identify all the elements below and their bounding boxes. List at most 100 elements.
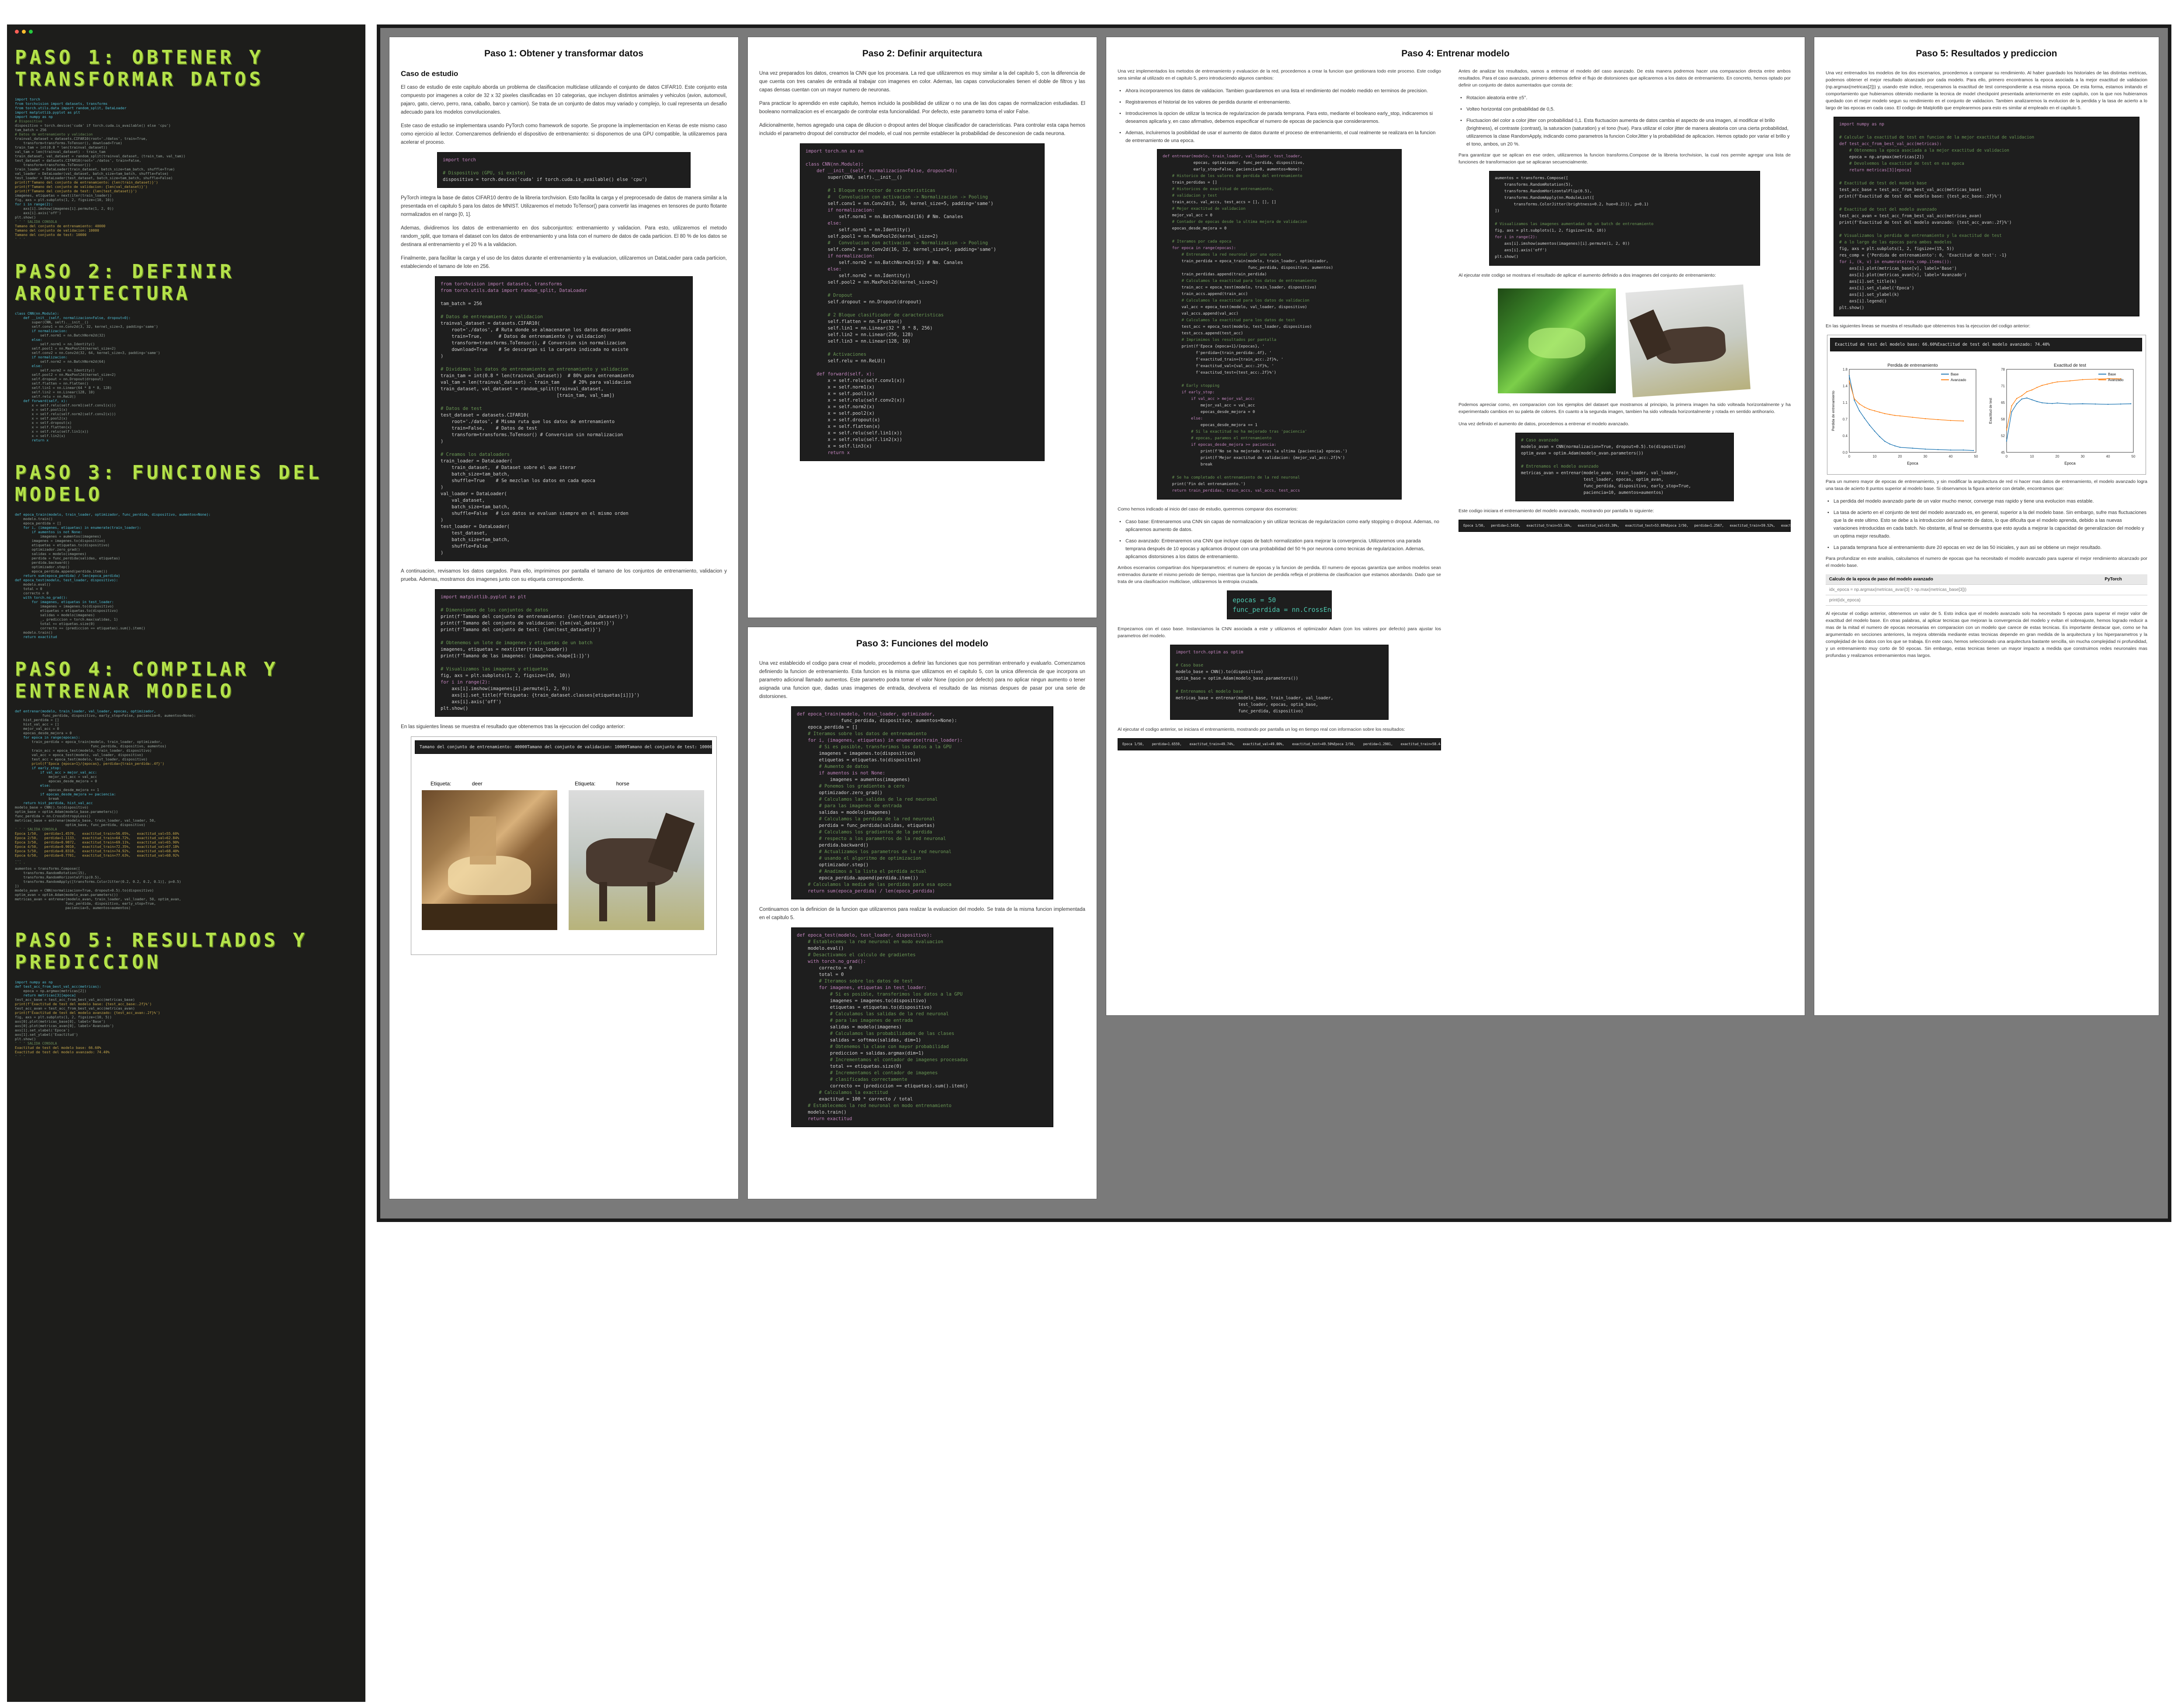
terminal-section-heading: PASO 3: FUNCIONES DEL MODELO xyxy=(15,462,323,506)
code-line: correcto = 0 xyxy=(797,965,852,971)
code-line: # Si es posible, transferimos los datos … xyxy=(797,744,952,750)
code-block[interactable]: import torch.optim as optim # Caso base mo… xyxy=(1170,645,1389,720)
terminal-line: hist_val_acc = [] xyxy=(15,722,59,726)
code-block[interactable]: def epoca_train(modelo, train_loader, op… xyxy=(791,706,1053,899)
terminal-line: mejor_val_acc = 0 xyxy=(15,727,59,731)
code-line: if normalizacion: xyxy=(806,253,875,259)
code-line: # Iteramos sobre los datos de entrenamie… xyxy=(797,731,927,736)
chart-x-tick-label: 40 xyxy=(2106,455,2110,458)
chart-data-point xyxy=(2026,397,2028,399)
code-line: x = self.relu(self.conv1(x)) xyxy=(806,378,905,383)
image-caption: Etiqueta: deer xyxy=(431,781,483,787)
code-block[interactable]: # Caso avanzado modelo_avan = CNN(normali… xyxy=(1515,433,1734,501)
console-output: Epoca 1/50, perdida=1.6559, exactitud_tr… xyxy=(1118,738,1441,750)
list-item: La perdida del modelo avanzado parte de … xyxy=(1827,497,2147,505)
table-cell: idx_epoca = np.argmax(metricas_avan[3] >… xyxy=(1826,584,2101,595)
code-line: else: xyxy=(806,221,842,226)
terminal-line: correcto = 0 xyxy=(15,591,49,595)
code-block[interactable]: import torch.nn as nn class CNN(nn.Module… xyxy=(800,143,1045,461)
code-line: # Se ha completado el entrenamiento de l… xyxy=(1163,476,1300,480)
code-line: # Historico de los valores de perdida de… xyxy=(1163,174,1302,178)
code-line: Exactitud de test del modelo avanzado: 7… xyxy=(1937,342,2050,347)
code-line: val_tam = len(trainval_dataset) - train_… xyxy=(441,380,632,385)
close-dot-icon[interactable] xyxy=(15,30,19,34)
code-line: f'exactitud_train={train_acc:.2f}%, ' xyxy=(1163,358,1284,362)
code-block[interactable]: import numpy as np # Calcular la exactitu… xyxy=(1834,117,2139,316)
code-line: shuffle=True # Se mezclan los datos en c… xyxy=(441,478,596,483)
terminal-line: x = self.lin2(x) xyxy=(15,434,66,438)
code-line: Tamano del conjunto de entrenamiento: 40… xyxy=(420,745,527,750)
terminal-line: self.pool2 = nn.MaxPool2d(kernel_size=2) xyxy=(15,373,116,377)
terminal-line: train_tam = int(0.8 * len(trainval_datas… xyxy=(15,146,108,149)
terminal-line: etiquetas = etiquetas.to(dispositivo) xyxy=(15,543,110,547)
terminal-section-heading: PASO 4: COMPILAR Y ENTRENAR MODELO xyxy=(15,658,278,702)
code-block[interactable]: import matplotlib.pyplot as plt # Dimensi… xyxy=(435,589,693,717)
chart-x-tick-label: 40 xyxy=(1949,455,1953,458)
chart-y-label: Perdida de entrenamiento xyxy=(1831,390,1835,431)
code-line: imagenes = imagenes.to(dispositivo) xyxy=(797,998,927,1003)
terminal-line: optimizador.step() xyxy=(15,565,70,569)
code-line: train_accs, val_accs, test_accs = [], []… xyxy=(1163,200,1277,205)
code-line: self.conv2 = nn.Conv2d(16, 32, kernel_si… xyxy=(806,247,997,252)
chart-x-tick-label: 10 xyxy=(2030,455,2034,458)
code-line: for i, (k, v) in enumerate(res_comp.item… xyxy=(1839,260,1952,264)
code-line: from torch.utils.data import random_spli… xyxy=(441,288,587,293)
code-line: # Calculamos las salidas de la red neuro… xyxy=(797,1011,949,1017)
terminal-line: Exactitud de test del modelo avanzado: 7… xyxy=(15,1050,110,1054)
terminal-line: return x xyxy=(15,438,49,442)
chart-data-point xyxy=(2036,401,2038,402)
terminal-line: test_loader = DataLoader(test_dataset, b… xyxy=(15,176,173,180)
minimize-dot-icon[interactable] xyxy=(22,30,26,34)
code-block[interactable]: def entrenar(modelo, train_loader, val_l… xyxy=(1157,149,1402,500)
code-line: # Obtenemos la epoca asociada a la mejor… xyxy=(1839,148,2009,153)
code-editor-panel[interactable]: PASO 1: OBTENER Y TRANSFORMAR DATOS impor… xyxy=(7,24,365,1702)
code-line: fig, axs = plt.subplots(1, 2, figsize=(1… xyxy=(1839,246,1955,251)
chart-y-tick-label: 45 xyxy=(2001,451,2005,455)
code-line: self.norm2 = nn.Identity() xyxy=(806,273,911,278)
code-block[interactable]: from torchvision import datasets, transf… xyxy=(435,276,693,561)
chart-data-point xyxy=(1879,436,1880,437)
code-line: trainval_dataset = datasets.CIFAR10( xyxy=(441,321,540,326)
chart-data-point xyxy=(1912,417,1914,418)
code-line: epocas = 50 xyxy=(1233,596,1276,604)
terminal-line: epoca = np.argmax(metricas[2]) xyxy=(15,989,87,993)
chart-data-point xyxy=(2094,403,2096,405)
code-line: self.lin1 = nn.Linear(32 * 8 * 8, 256) xyxy=(806,326,933,331)
terminal-line: Exactitud de test del modelo base: 66.60… xyxy=(15,1046,101,1050)
code-line: # Visualizamos las imagenes aumentadas d… xyxy=(1495,222,1654,226)
maximize-dot-icon[interactable] xyxy=(29,30,33,34)
code-block[interactable]: epocas = 50 func_perdida = nn.CrossEntrop… xyxy=(1227,590,1332,619)
terminal-line: optimizador.zero_grad() xyxy=(15,548,80,552)
code-line: train=True, # Datos de entrenamiento (y … xyxy=(441,334,607,339)
terminal-line: func_perdida = nn.CrossEntropyLoss() xyxy=(15,814,91,818)
window-controls xyxy=(15,30,358,34)
code-line: print(f'Tamano del conjunto de entrenami… xyxy=(441,614,629,619)
chart-title: Perdida de entrenamiento xyxy=(1887,363,1938,368)
chart-x-tick-label: 20 xyxy=(2056,455,2059,458)
code-line: exactitud = 100 * correcto / total xyxy=(797,1097,913,1102)
chart-data-point xyxy=(2011,411,2012,413)
terminal-line: modelo.train() xyxy=(15,517,53,521)
code-line: mejor_val_acc = 0 xyxy=(1163,213,1212,218)
list-item: Rotacion aleatoria entre ±5°. xyxy=(1460,94,1791,102)
code-line: # Exactitud de test del modelo avanzado xyxy=(1839,207,1937,212)
chart-data-point xyxy=(1859,403,1860,405)
code-line: Epoca 1/50, perdida=1.5418, exactitud_tr… xyxy=(1463,524,1667,528)
code-block[interactable]: def epoca_test(modelo, test_loader, disp… xyxy=(791,927,1053,1127)
code-line: axs[i].set_xlabel('Epoca') xyxy=(1839,286,1914,291)
code-line: train_accs.append(train_acc) xyxy=(1163,292,1248,296)
code-block[interactable]: import torch # Dispositivo (GPU, si exist… xyxy=(437,152,691,188)
code-line: f'exactitud_test={test_acc:.2f}%') xyxy=(1163,371,1277,375)
code-line: test_loader, epocas, optim_avan, xyxy=(1521,477,1664,482)
chart-data-point xyxy=(1924,418,1926,420)
code-line: transforms.RandomHorizontalFlip(0.5), xyxy=(1495,189,1592,194)
code-line: # Dimensiones de los conjuntos de datos xyxy=(441,608,549,613)
chart-data-point xyxy=(1950,449,1952,451)
terminal-line: self.conv2 = nn.Conv2d(32, 64, kernel_si… xyxy=(15,351,160,355)
code-block[interactable]: aumentos = transforms.Compose([ transfor… xyxy=(1489,171,1760,266)
code-line: perdida = func_perdida(salidas, etiqueta… xyxy=(797,823,935,828)
terminal-line: fig, axs = plt.subplots(1, 2, figsize=(1… xyxy=(15,1015,112,1019)
